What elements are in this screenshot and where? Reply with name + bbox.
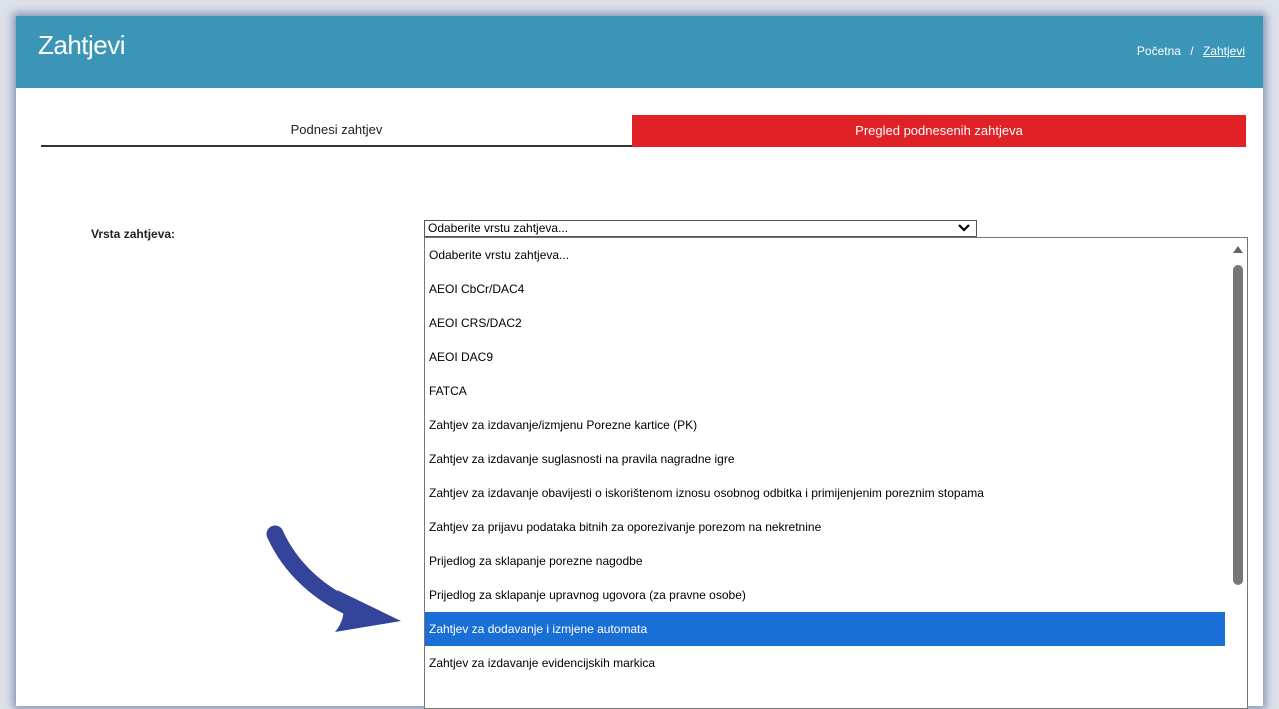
request-type-dropdown-list: Odaberite vrstu zahtjeva... AEOI CbCr/DA…	[424, 237, 1248, 709]
breadcrumb-separator: /	[1190, 44, 1194, 58]
dropdown-option[interactable]: Zahtjev za prijavu podataka bitnih za op…	[425, 510, 1225, 544]
dropdown-option[interactable]: Zahtjev za izdavanje/izmjenu Porezne kar…	[425, 408, 1225, 442]
breadcrumb: Početna / Zahtjevi	[1137, 44, 1245, 58]
curved-arrow-icon	[255, 520, 405, 640]
tab-pregled-podnesenih-zahtjeva[interactable]: Pregled podnesenih zahtjeva	[632, 115, 1246, 147]
dropdown-scrollbar[interactable]	[1229, 238, 1247, 708]
select-current-value: Odaberite vrstu zahtjeva...	[428, 221, 569, 235]
breadcrumb-home-link[interactable]: Početna	[1137, 44, 1181, 58]
dropdown-option[interactable]: AEOI DAC9	[425, 340, 1225, 374]
dropdown-option[interactable]: AEOI CRS/DAC2	[425, 306, 1225, 340]
header-bar: Zahtjevi Početna / Zahtjevi	[16, 16, 1263, 88]
dropdown-option[interactable]: Prijedlog za sklapanje porezne nagodbe	[425, 544, 1225, 578]
request-type-select[interactable]: Odaberite vrstu zahtjeva...	[424, 220, 977, 237]
dropdown-option[interactable]: Zahtjev za izdavanje suglasnosti na prav…	[425, 442, 1225, 476]
page-title: Zahtjevi	[38, 30, 126, 60]
scrollbar-thumb[interactable]	[1233, 265, 1243, 585]
breadcrumb-current-link[interactable]: Zahtjevi	[1203, 44, 1245, 58]
dropdown-option[interactable]: AEOI CbCr/DAC4	[425, 272, 1225, 306]
dropdown-option[interactable]: FATCA	[425, 374, 1225, 408]
chevron-down-icon	[958, 222, 970, 237]
tab-podnesi-zahtjev[interactable]: Podnesi zahtjev	[41, 115, 632, 147]
page-frame: Zahtjevi Početna / Zahtjevi Podnesi zaht…	[16, 16, 1263, 709]
dropdown-option[interactable]: Zahtjev za izdavanje obavijesti o iskori…	[425, 476, 1225, 510]
scroll-up-icon[interactable]	[1233, 246, 1243, 253]
dropdown-option-selected[interactable]: Zahtjev za dodavanje i izmjene automata	[425, 612, 1225, 646]
dropdown-option[interactable]: Prijedlog za sklapanje upravnog ugovora …	[425, 578, 1225, 612]
tab-bar: Podnesi zahtjev Pregled podnesenih zahtj…	[41, 115, 1246, 147]
request-type-label: Vrsta zahtjeva:	[91, 227, 176, 241]
dropdown-option[interactable]: Zahtjev za izdavanje evidencijskih marki…	[425, 646, 1225, 680]
dropdown-option[interactable]: Odaberite vrstu zahtjeva...	[425, 238, 1225, 272]
